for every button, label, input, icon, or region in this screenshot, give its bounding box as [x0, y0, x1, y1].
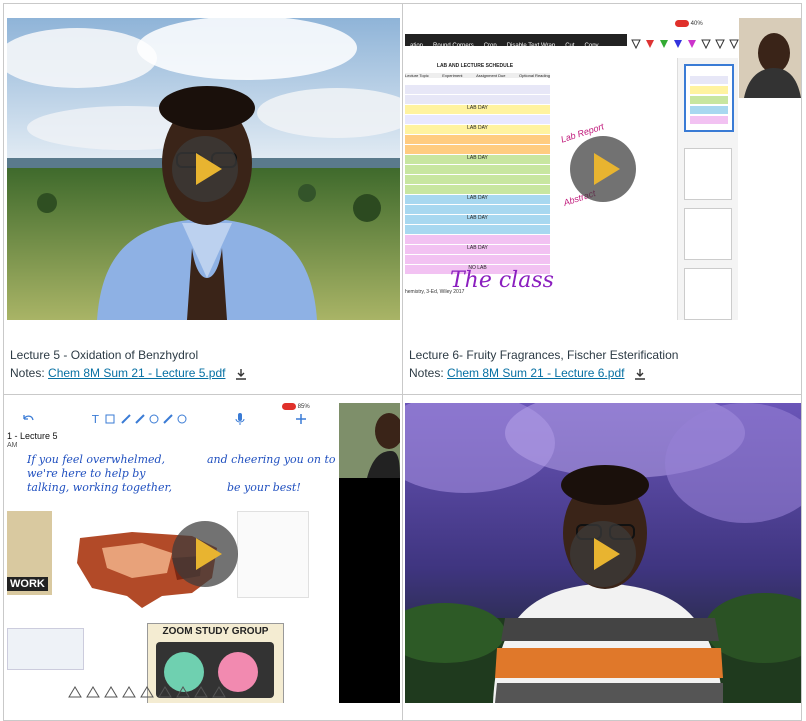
svg-text:T: T [92, 413, 99, 425]
webcam-overlay [739, 18, 801, 98]
toolbar-item[interactable]: Disable Text Wrap [502, 41, 560, 52]
schedule-row [405, 135, 550, 144]
pen-tools[interactable] [630, 38, 740, 50]
schedule-row [405, 115, 550, 124]
schedule-row [405, 175, 550, 184]
play-button[interactable] [172, 136, 238, 202]
toolbar-item[interactable]: Round Corners [428, 41, 479, 52]
undo-icon[interactable] [21, 413, 35, 425]
notes-pdf-link[interactable]: Chem 8M Sum 21 - Lecture 6.pdf [447, 366, 624, 380]
schedule-row [405, 185, 550, 194]
column-header: Optional Reading [519, 73, 550, 78]
recording-indicator [282, 403, 296, 410]
plus-icon[interactable] [295, 413, 307, 425]
work-label: WORK [7, 577, 48, 591]
toolbar-item[interactable]: Copy [580, 41, 604, 52]
video-thumbnail-lecture-6[interactable]: ation Round Corners Crop Disable Text Wrap C… [405, 18, 801, 320]
play-icon [196, 153, 222, 185]
schedule-rows: LAB DAY LAB DAY LAB DAY LAB DAY LAB DAY … [405, 85, 550, 285]
edit-toolbar: ation Round Corners Crop Disable Text Wrap C… [405, 34, 627, 67]
schedule-row: LAB DAY [405, 105, 550, 114]
page-thumbnails-panel [677, 58, 738, 320]
schedule-row [405, 255, 550, 264]
schedule-row: LAB DAY [405, 195, 550, 204]
video-caption: Lecture 6- Fruity Fragrances, Fischer Es… [409, 346, 678, 382]
tablet-status-bar: 85% [282, 403, 342, 413]
work-image: WORK [7, 511, 52, 595]
download-icon[interactable] [634, 368, 646, 380]
play-button[interactable] [570, 521, 636, 587]
schedule-document: LAB AND LECTURE SCHEDULE Lecture Topic E… [405, 63, 555, 295]
notes-pdf-link[interactable]: Chem 8M Sum 21 - Lecture 5.pdf [48, 366, 225, 380]
play-icon [196, 538, 222, 570]
browser-snippet [7, 628, 84, 670]
page-thumbnail[interactable] [684, 208, 732, 260]
schedule-title: LAB AND LECTURE SCHEDULE [436, 63, 514, 69]
webcam-person-image [744, 33, 801, 98]
battery-level: 40% [690, 21, 703, 28]
tablet-note-subheader: AM [7, 442, 18, 449]
download-icon[interactable] [235, 368, 247, 380]
notes-row: Notes: Chem 8M Sum 21 - Lecture 6.pdf [409, 364, 678, 382]
schedule-row: LAB DAY [405, 125, 550, 134]
video-title: Lecture 5 - Oxidation of Benzhydrol [10, 348, 199, 362]
schedule-row [405, 85, 550, 94]
toolbar-item[interactable]: Cut [560, 41, 579, 52]
notes-label: Notes: [10, 366, 45, 380]
schedule-row: LAB DAY [405, 245, 550, 254]
play-button[interactable] [570, 136, 636, 202]
medal-table-image [237, 511, 309, 598]
page-thumbnail[interactable] [684, 268, 732, 320]
handwritten-message: If you feel overwhelmed, we're here to h… [27, 453, 337, 495]
notes-label: Notes: [409, 366, 444, 380]
column-header: Experiment [442, 73, 463, 78]
schedule-header: Lecture Topic Experiment Assignment Due … [405, 73, 550, 78]
tablet-note-header: 1 - Lecture 5 [7, 431, 58, 441]
video-thumbnail-tablet-notes[interactable]: T 85% 1 - Lecture 5 AM If you feel overw… [7, 403, 400, 703]
schedule-row [405, 165, 550, 174]
video-caption: Lecture 5 - Oxidation of Benzhydrol Note… [10, 346, 247, 382]
schedule-row: LAB DAY [405, 155, 550, 164]
recording-indicator [675, 20, 689, 27]
schedule-row [405, 95, 550, 104]
schedule-row [405, 205, 550, 214]
schedule-row [405, 225, 550, 234]
video-card-lecture-6: ation Round Corners Crop Disable Text Wrap C… [402, 3, 802, 395]
video-card-tablet-notes: T 85% 1 - Lecture 5 AM If you feel overw… [3, 394, 403, 721]
video-thumbnail-speaker[interactable] [405, 403, 801, 703]
pen-tray[interactable] [67, 685, 232, 699]
zoom-study-group-label: ZOOM STUDY GROUP [162, 626, 269, 637]
handwritten-note: The class [450, 268, 554, 293]
page-thumbnail[interactable] [684, 148, 732, 200]
video-card-lecture-5: Lecture 5 - Oxidation of Benzhydrol Note… [3, 3, 403, 395]
column-header: Assignment Due [476, 73, 506, 78]
schedule-row: LAB DAY [405, 215, 550, 224]
handwritten-line: be your best! [227, 481, 301, 494]
video-card-speaker-purple [402, 394, 802, 721]
play-icon [594, 538, 620, 570]
drawing-tools[interactable]: T [92, 413, 192, 425]
webcam-person-image [339, 403, 400, 478]
handwritten-line: we're here to help by [27, 467, 146, 480]
play-icon [594, 153, 620, 185]
toolbar-item[interactable]: ation [405, 41, 428, 52]
schedule-row [405, 145, 550, 154]
video-thumbnail-lecture-5[interactable] [7, 18, 400, 320]
battery-level: 85% [297, 404, 310, 411]
toolbar-item[interactable]: Crop [479, 41, 502, 52]
handwritten-line: and cheering you on to [207, 453, 336, 466]
microphone-icon[interactable] [235, 412, 245, 426]
webcam-side-panel [339, 403, 400, 703]
page-thumbnail[interactable] [684, 64, 734, 132]
video-grid: Lecture 5 - Oxidation of Benzhydrol Note… [0, 0, 806, 721]
notes-row: Notes: Chem 8M Sum 21 - Lecture 5.pdf [10, 364, 247, 382]
schedule-row [405, 235, 550, 244]
video-title: Lecture 6- Fruity Fragrances, Fischer Es… [409, 348, 679, 362]
column-header: Lecture Topic [405, 73, 429, 78]
play-button[interactable] [172, 521, 238, 587]
tablet-status-bar: 40% [675, 20, 745, 30]
